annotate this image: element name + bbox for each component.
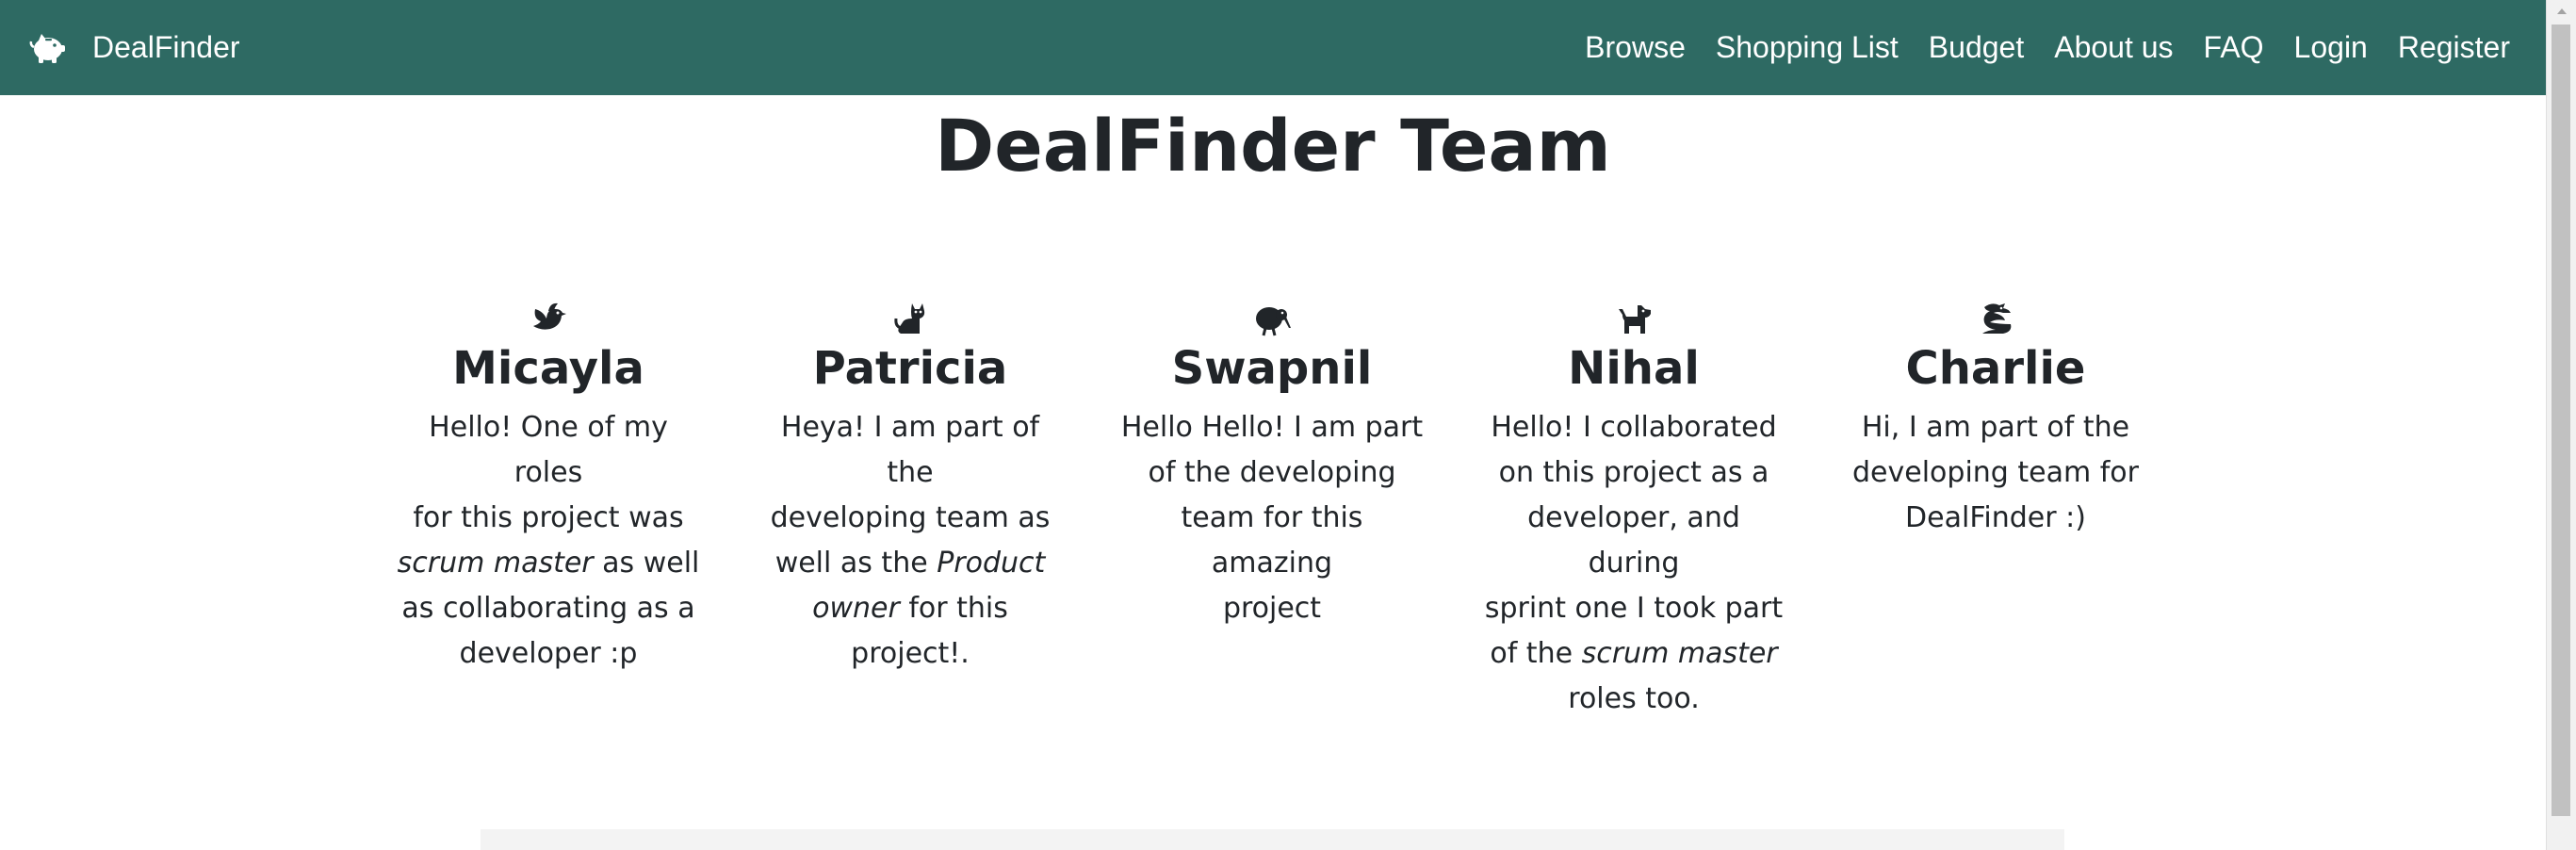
member-name: Nihal bbox=[1568, 342, 1700, 395]
piggy-bank-icon bbox=[26, 27, 68, 69]
member-bio: Hello! One of my roles for this project … bbox=[393, 405, 704, 677]
cat-icon bbox=[894, 303, 925, 334]
nav-link-faq[interactable]: FAQ bbox=[2204, 30, 2264, 65]
bottom-section bbox=[481, 829, 2064, 850]
bio-line: for this project was bbox=[413, 501, 684, 534]
bio-line: developing team for bbox=[1852, 456, 2139, 489]
dove-icon bbox=[533, 302, 566, 330]
dog-icon bbox=[1619, 305, 1651, 334]
team-member-patricia: Patricia Heya! I am part of the developi… bbox=[755, 300, 1066, 677]
bio-emphasis: Product bbox=[937, 547, 1046, 580]
brand-link[interactable]: DealFinder bbox=[26, 27, 240, 69]
bio-line: of the bbox=[1490, 637, 1582, 670]
nav-link-browse[interactable]: Browse bbox=[1585, 30, 1686, 65]
bio-emphasis: scrum master bbox=[397, 547, 594, 580]
team-member-swapnil: Swapnil Hello Hello! I am part of the de… bbox=[1117, 300, 1427, 631]
member-name: Patricia bbox=[812, 342, 1008, 395]
bio-line: Hi, I am part of the bbox=[1861, 411, 2130, 444]
kiwi-bird-icon bbox=[1256, 307, 1291, 336]
dragon-icon bbox=[1982, 303, 2012, 334]
member-name: Swapnil bbox=[1171, 342, 1373, 395]
member-name: Charlie bbox=[1905, 342, 2086, 395]
bio-line: well as the bbox=[774, 547, 937, 580]
member-bio: Hello! I collaborated on this project as… bbox=[1478, 405, 1789, 722]
bio-line: Hello! One of my roles bbox=[429, 411, 668, 489]
bio-line: of the developing bbox=[1148, 456, 1396, 489]
scroll-up-icon[interactable] bbox=[2547, 0, 2576, 23]
nav-link-register[interactable]: Register bbox=[2398, 30, 2510, 65]
bio-emphasis: scrum master bbox=[1581, 637, 1778, 670]
bio-line: Hello! I collaborated bbox=[1491, 411, 1777, 444]
team-member-nihal: Nihal Hello! I collaborated on this proj… bbox=[1478, 300, 1789, 722]
member-bio: Hello Hello! I am part of the developing… bbox=[1117, 405, 1427, 631]
nav-link-login[interactable]: Login bbox=[2294, 30, 2368, 65]
brand-name: DealFinder bbox=[92, 30, 240, 64]
nav-link-budget[interactable]: Budget bbox=[1929, 30, 2024, 65]
bio-line: Heya! I am part of the bbox=[780, 411, 1040, 489]
bio-line: sprint one I took part bbox=[1484, 592, 1784, 625]
page-title: DealFinder Team bbox=[935, 104, 1611, 188]
member-bio: Heya! I am part of the developing team a… bbox=[755, 405, 1066, 677]
bio-line: roles too. bbox=[1568, 682, 1700, 715]
nav-link-about-us[interactable]: About us bbox=[2054, 30, 2173, 65]
nav-link-shopping-list[interactable]: Shopping List bbox=[1716, 30, 1899, 65]
bio-line: DealFinder :) bbox=[1905, 501, 2086, 534]
vertical-scrollbar[interactable] bbox=[2546, 0, 2576, 850]
member-name: Micayla bbox=[452, 342, 644, 395]
nav-links: Browse Shopping List Budget About us FAQ… bbox=[1585, 30, 2510, 65]
bio-line: as collaborating as a bbox=[401, 592, 695, 625]
bio-line: developing team as bbox=[770, 501, 1051, 534]
bio-line: developer :p bbox=[459, 637, 638, 670]
bio-emphasis: owner bbox=[812, 592, 900, 625]
bio-line: on this project as a bbox=[1498, 456, 1769, 489]
team-member-charlie: Charlie Hi, I am part of the developing … bbox=[1840, 300, 2151, 541]
bio-line: project bbox=[1222, 592, 1322, 625]
team-member-micayla: Micayla Hello! One of my roles for this … bbox=[393, 300, 704, 677]
bio-line: team for this amazing bbox=[1181, 501, 1363, 580]
bio-line: developer, and during bbox=[1527, 501, 1740, 580]
bio-line: Hello Hello! I am part bbox=[1120, 411, 1424, 444]
bio-line: as well bbox=[593, 547, 700, 580]
navbar: DealFinder Browse Shopping List Budget A… bbox=[0, 0, 2546, 95]
member-bio: Hi, I am part of the developing team for… bbox=[1840, 405, 2151, 541]
scroll-thumb[interactable] bbox=[2552, 25, 2570, 816]
